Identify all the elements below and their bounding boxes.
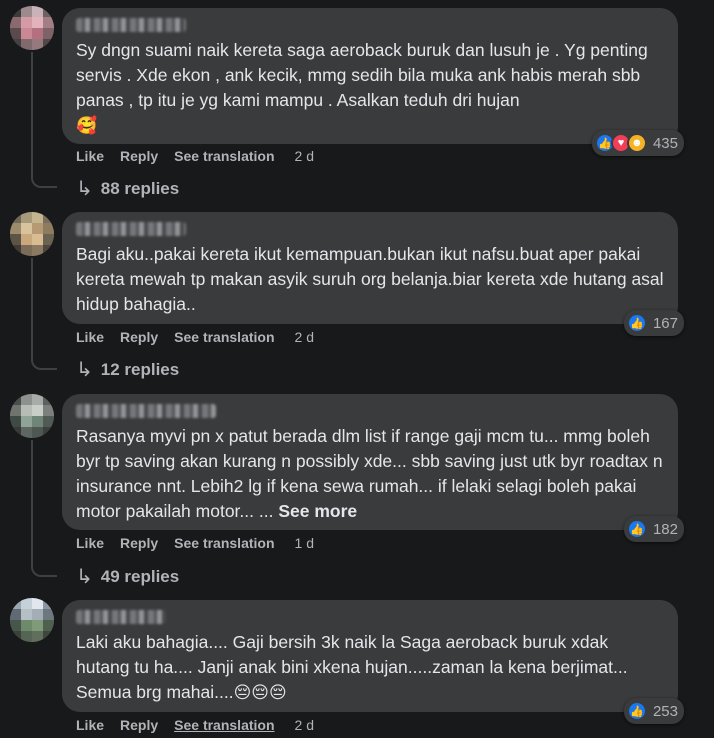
like-button[interactable]: Like <box>76 329 104 345</box>
commenter-name-redacted[interactable] <box>76 610 166 624</box>
see-translation-link[interactable]: See translation <box>174 148 274 164</box>
thread-line <box>31 52 33 172</box>
like-reaction-icon: 👍 <box>626 313 647 333</box>
avatar[interactable] <box>10 6 54 50</box>
reaction-count: 167 <box>652 314 678 332</box>
reply-button[interactable]: Reply <box>120 535 158 551</box>
comment-bubble: Bagi aku..pakai kereta ikut kemampuan.bu… <box>62 212 684 336</box>
comment-age[interactable]: 1 d <box>295 535 314 551</box>
reply-arrow-icon: ↳ <box>76 359 93 381</box>
comment-text: Bagi aku..pakai kereta ikut kemampuan.bu… <box>76 244 669 314</box>
reply-button[interactable]: Reply <box>120 717 158 733</box>
care-reaction-icon: ☻ <box>626 133 647 153</box>
see-translation-link[interactable]: See translation <box>174 535 274 551</box>
reaction-count: 435 <box>652 134 678 152</box>
commenter-name-redacted[interactable] <box>76 404 216 418</box>
comment-actions: Like Reply See translation 2 d <box>76 717 330 733</box>
replies-count: 49 replies <box>100 566 180 586</box>
reply-button[interactable]: Reply <box>120 329 158 345</box>
comment-actions: Like Reply See translation 1 d <box>76 535 330 551</box>
reply-arrow-icon: ↳ <box>76 566 93 588</box>
see-translation-link[interactable]: See translation <box>174 329 274 345</box>
pensive-face-emoji: 😔😔😔 <box>233 683 287 703</box>
reactions-summary[interactable]: 👍 253 <box>623 698 684 724</box>
reply-connector <box>31 172 57 188</box>
reactions-summary[interactable]: 👍 167 <box>623 310 684 336</box>
avatar[interactable] <box>10 212 54 256</box>
reply-connector <box>31 561 57 577</box>
comment-text: Sy dngn suami naik kereta saga aeroback … <box>76 40 653 136</box>
replies-count: 12 replies <box>100 359 180 379</box>
comment-bubble: Rasanya myvi pn x patut berada dlm list … <box>62 394 684 542</box>
thread-line <box>31 440 33 561</box>
avatar[interactable] <box>10 394 54 438</box>
see-more-link[interactable]: See more <box>278 501 357 521</box>
comment-age[interactable]: 2 d <box>295 717 314 733</box>
like-reaction-icon: 👍 <box>626 701 647 721</box>
comment-age[interactable]: 2 d <box>295 148 314 164</box>
like-button[interactable]: Like <box>76 535 104 551</box>
reaction-count: 182 <box>652 520 678 538</box>
smiling-face-with-hearts-emoji: 🥰 <box>76 116 98 136</box>
commenter-name-redacted[interactable] <box>76 222 186 236</box>
reply-arrow-icon: ↳ <box>76 178 93 200</box>
commenter-name-redacted[interactable] <box>76 18 186 32</box>
replies-count: 88 replies <box>100 178 180 198</box>
reply-connector <box>31 354 57 370</box>
reactions-summary[interactable]: 👍 ♥ ☻ 435 <box>591 130 684 156</box>
view-replies-link[interactable]: ↳ 12 replies <box>76 357 179 382</box>
comment-bubble: Sy dngn suami naik kereta saga aeroback … <box>62 8 684 156</box>
thread-line <box>31 258 33 354</box>
like-button[interactable]: Like <box>76 148 104 164</box>
comment-actions: Like Reply See translation 2 d <box>76 329 330 345</box>
like-button[interactable]: Like <box>76 717 104 733</box>
comment-age[interactable]: 2 d <box>295 329 314 345</box>
reaction-count: 253 <box>652 702 678 720</box>
view-replies-link[interactable]: ↳ 88 replies <box>76 176 179 201</box>
see-translation-link[interactable]: See translation <box>174 717 274 733</box>
like-reaction-icon: 👍 <box>626 519 647 539</box>
comment-text: Laki aku bahagia.... Gaji bersih 3k naik… <box>76 632 633 703</box>
comment-text: Rasanya myvi pn x patut berada dlm list … <box>76 426 668 521</box>
reply-button[interactable]: Reply <box>120 148 158 164</box>
reactions-summary[interactable]: 👍 182 <box>623 516 684 542</box>
view-replies-link[interactable]: ↳ 49 replies <box>76 564 179 589</box>
comment-bubble: Laki aku bahagia.... Gaji bersih 3k naik… <box>62 600 684 724</box>
comment-actions: Like Reply See translation 2 d <box>76 148 330 164</box>
avatar[interactable] <box>10 598 54 642</box>
